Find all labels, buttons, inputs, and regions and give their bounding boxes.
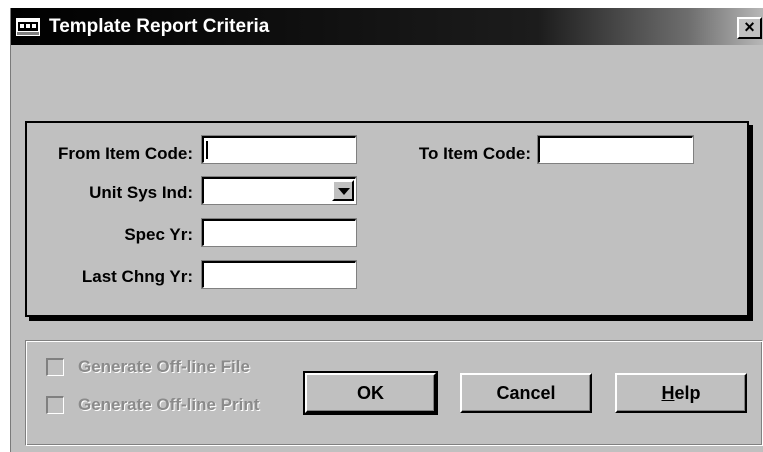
from-item-code-label: From Item Code: — [57, 144, 193, 163]
unit-sys-ind-label: Unit Sys Ind: — [89, 183, 193, 202]
app-window-icon — [16, 18, 40, 36]
spec-yr-label: Spec Yr: — [124, 225, 193, 244]
spec-yr-field[interactable] — [201, 218, 357, 247]
help-label-rest: elp — [674, 383, 701, 403]
generate-offline-file-checkbox[interactable] — [46, 358, 64, 376]
generate-offline-file-label: Generate Off-line File — [78, 357, 250, 376]
cancel-button[interactable]: Cancel — [460, 373, 592, 413]
close-button[interactable]: × — [737, 17, 762, 39]
unit-sys-ind-select[interactable] — [201, 176, 357, 205]
dialog-window: Template Report Criteria × From Item Cod… — [10, 8, 763, 452]
ok-button[interactable]: OK — [303, 371, 438, 415]
dropdown-arrow-icon[interactable] — [332, 180, 354, 201]
to-item-code-field[interactable] — [537, 135, 694, 164]
last-chng-yr-label: Last Chng Yr: — [81, 267, 193, 286]
criteria-group: From Item Code: To Item Code: Unit Sys I… — [25, 121, 749, 317]
last-chng-yr-field[interactable] — [201, 260, 357, 289]
output-options-group: Generate Off-line File Generate Off-line… — [25, 340, 763, 446]
generate-offline-print-checkbox[interactable] — [46, 396, 64, 414]
from-item-code-field[interactable] — [201, 135, 357, 164]
help-button[interactable]: Help — [615, 373, 747, 413]
window-title: Template Report Criteria — [49, 16, 270, 37]
to-item-code-label: To Item Code: — [418, 144, 531, 163]
text-caret — [206, 141, 208, 159]
generate-offline-print-label: Generate Off-line Print — [78, 395, 260, 414]
title-bar[interactable]: Template Report Criteria × — [11, 8, 763, 45]
help-mnemonic: H — [661, 383, 675, 403]
